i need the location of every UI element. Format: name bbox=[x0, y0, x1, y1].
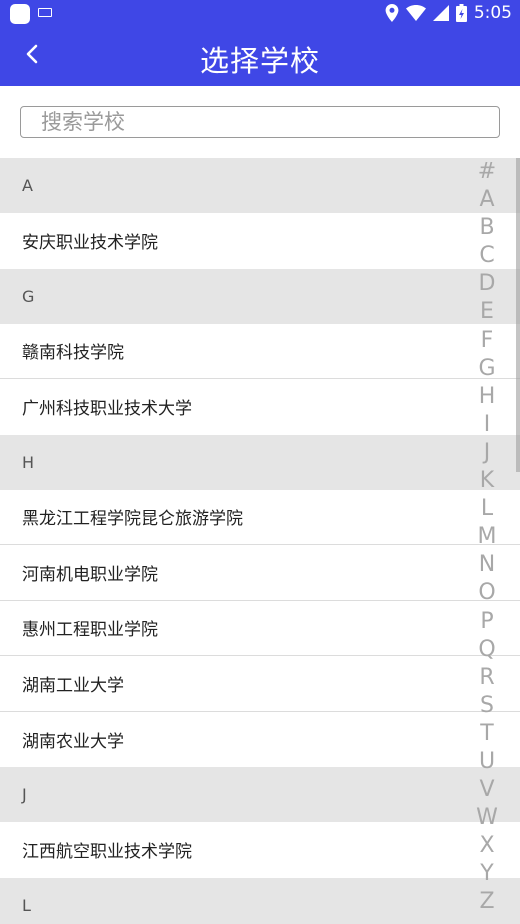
signal-icon bbox=[432, 5, 449, 21]
section-header: G bbox=[0, 268, 520, 324]
wifi-icon bbox=[405, 5, 426, 21]
index-letter[interactable]: T bbox=[480, 720, 493, 748]
school-list-item[interactable]: 湖南工业大学 bbox=[0, 656, 520, 712]
index-letter[interactable]: R bbox=[479, 664, 494, 692]
index-letter[interactable]: A bbox=[479, 186, 494, 214]
index-letter[interactable]: E bbox=[480, 298, 494, 326]
section-header: L bbox=[0, 877, 520, 924]
index-letter[interactable]: U bbox=[479, 748, 495, 776]
section-header: J bbox=[0, 767, 520, 822]
index-letter[interactable]: W bbox=[476, 804, 498, 832]
index-letter[interactable]: X bbox=[479, 832, 494, 860]
index-letter[interactable]: Y bbox=[480, 860, 493, 888]
school-list[interactable]: A 安庆职业技术学院 G 赣南科技学院 广州科技职业技术大学 H 黑龙江工程学院昆仑旅游学院… bbox=[0, 158, 520, 924]
index-letter[interactable]: O bbox=[478, 579, 495, 607]
index-letter[interactable]: L bbox=[481, 495, 493, 523]
index-letter[interactable]: # bbox=[478, 158, 496, 186]
school-list-item[interactable]: 赣南科技学院 bbox=[0, 323, 520, 379]
app-notification-icon bbox=[10, 4, 30, 24]
search-area bbox=[0, 86, 520, 158]
keyboard-icon bbox=[38, 7, 52, 17]
index-letter[interactable]: G bbox=[478, 355, 495, 383]
school-list-item[interactable]: 惠州工程职业学院 bbox=[0, 600, 520, 656]
index-letter[interactable]: C bbox=[479, 242, 494, 270]
index-letter[interactable]: B bbox=[479, 214, 494, 242]
school-list-item[interactable]: 江西航空职业技术学院 bbox=[0, 822, 520, 878]
index-letter[interactable]: H bbox=[479, 383, 496, 411]
scrollbar[interactable] bbox=[516, 158, 520, 472]
app-bar: 选择学校 bbox=[0, 28, 520, 86]
school-list-item[interactable]: 湖南农业大学 bbox=[0, 711, 520, 767]
index-letter[interactable]: V bbox=[479, 776, 494, 804]
school-list-item[interactable]: 广州科技职业技术大学 bbox=[0, 379, 520, 435]
index-letter[interactable]: I bbox=[484, 411, 491, 439]
battery-icon bbox=[455, 4, 467, 22]
school-list-item[interactable]: 河南机电职业学院 bbox=[0, 545, 520, 601]
status-time: 5:05 bbox=[473, 3, 512, 23]
index-letter[interactable]: P bbox=[480, 608, 493, 636]
page-title: 选择学校 bbox=[199, 44, 320, 78]
search-input[interactable] bbox=[20, 106, 500, 138]
status-bar: 5:05 bbox=[0, 0, 520, 28]
school-list-item[interactable]: 黑龙江工程学院昆仑旅游学院 bbox=[0, 489, 520, 545]
school-list-item[interactable]: 安庆职业技术学院 bbox=[0, 213, 520, 269]
index-letter[interactable]: F bbox=[481, 327, 494, 355]
index-letter[interactable]: J bbox=[484, 439, 491, 467]
index-letter[interactable]: S bbox=[480, 692, 494, 720]
index-letter[interactable]: D bbox=[479, 270, 496, 298]
index-letter[interactable]: N bbox=[479, 551, 495, 579]
index-letter[interactable]: Z bbox=[479, 888, 494, 916]
index-letter[interactable]: Q bbox=[478, 636, 495, 664]
section-header: A bbox=[0, 158, 520, 213]
section-header: H bbox=[0, 434, 520, 490]
alphabet-index-bar[interactable]: # A B C D E F G H I J K L M N O P Q R S T U V W X Y Z bbox=[472, 158, 502, 924]
location-icon bbox=[385, 4, 399, 22]
index-letter[interactable]: M bbox=[478, 523, 497, 551]
index-letter[interactable]: K bbox=[480, 467, 494, 495]
